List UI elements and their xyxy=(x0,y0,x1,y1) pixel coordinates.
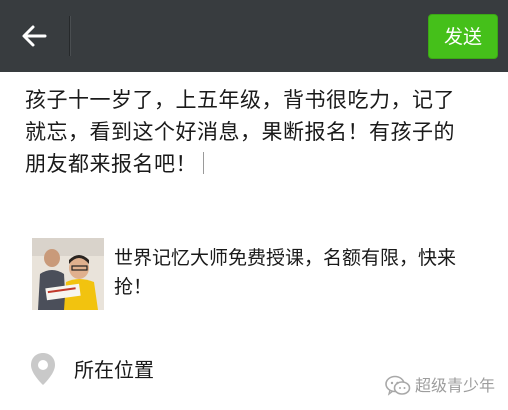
watermark-text: 超级青少年 xyxy=(415,376,496,395)
location-label: 所在位置 xyxy=(74,358,154,382)
arrow-left-icon xyxy=(22,25,47,47)
top-bar: 发送 xyxy=(0,0,508,72)
article-thumbnail xyxy=(32,238,104,310)
post-text-input[interactable]: 孩子十一岁了，上五年级，背书很吃力，记了 就忘，看到这个好消息，果断报名！有孩子… xyxy=(25,84,495,180)
link-card-title: 世界记忆大师免费授课，名额有限，快来 抢！ xyxy=(114,247,457,298)
wechat-logo-icon xyxy=(385,375,411,396)
account-watermark: 超级青少年 xyxy=(385,373,505,401)
post-text-content: 孩子十一岁了，上五年级，背书很吃力，记了 就忘，看到这个好消息，果断报名！有孩子… xyxy=(25,88,455,176)
location-selector[interactable]: 所在位置 xyxy=(30,352,330,388)
back-button[interactable] xyxy=(14,18,54,54)
topbar-divider xyxy=(69,16,71,56)
send-button[interactable]: 发送 xyxy=(428,14,498,59)
share-to-moments-screen: 发送 孩子十一岁了，上五年级，背书很吃力，记了 就忘，看到这个好消息，果断报名！… xyxy=(0,0,508,410)
text-caret xyxy=(203,152,204,174)
shared-link-card[interactable]: 世界记忆大师免费授课，名额有限，快来 抢！ xyxy=(32,238,482,314)
location-pin-icon xyxy=(31,353,55,385)
